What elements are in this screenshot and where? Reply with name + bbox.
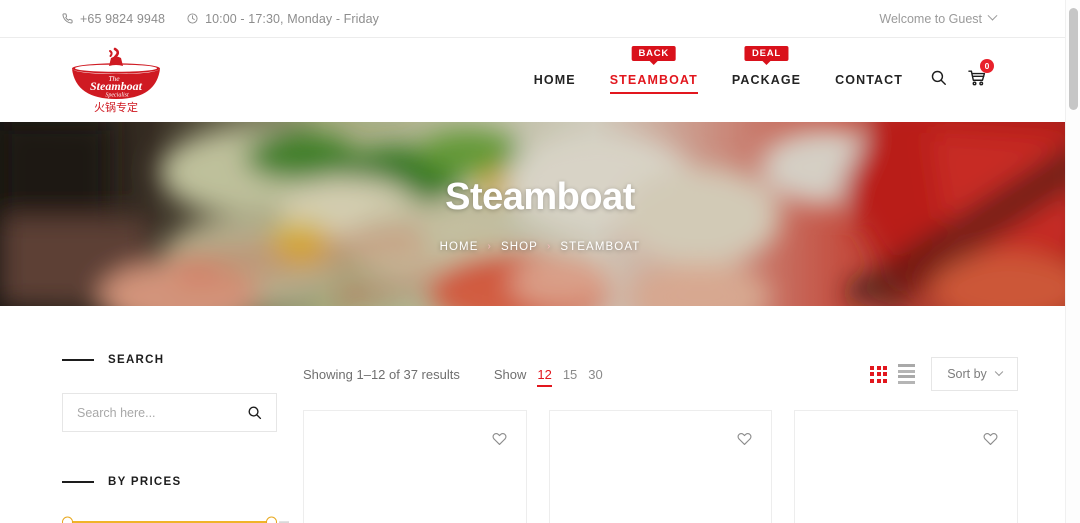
account-menu[interactable]: Welcome to Guest [879, 10, 998, 26]
top-bar-right: Welcome to Guest [879, 10, 1058, 26]
phone-icon [62, 13, 73, 24]
top-bar: +65 9824 9948 10:00 - 17:30, Monday - Fr… [0, 0, 1080, 38]
nav-label: HOME [533, 73, 576, 87]
opening-hours: 10:00 - 17:30, Monday - Friday [187, 12, 379, 26]
phone-number: +65 9824 9948 [80, 11, 166, 26]
hero-content: Steamboat HOME › SHOP › STEAMBOAT [0, 122, 1080, 306]
price-slider-min-handle[interactable] [62, 516, 73, 523]
view-mode-switcher [870, 364, 915, 384]
nav-item-contact[interactable]: CONTACT [818, 73, 920, 87]
product-card-napa-cabbage[interactable] [794, 410, 1018, 523]
sidebar-search-box[interactable] [62, 393, 277, 432]
nav-label: CONTACT [835, 73, 903, 87]
svg-text:Steamboat: Steamboat [90, 79, 143, 93]
heart-icon[interactable] [983, 431, 998, 451]
breadcrumb-separator-icon: › [487, 241, 492, 252]
top-bar-left: +65 9824 9948 10:00 - 17:30, Monday - Fr… [62, 12, 379, 26]
search-widget: SEARCH [62, 354, 277, 432]
title-dash [62, 481, 94, 483]
results-count-text: Showing 1–12 of 37 results [303, 366, 460, 382]
title-dash [62, 359, 94, 361]
nav-item-home[interactable]: HOME [517, 73, 593, 87]
product-card-abalone[interactable] [303, 410, 527, 523]
chevron-down-icon [994, 367, 1004, 377]
nav-item-package[interactable]: DEAL PACKAGE [715, 46, 818, 87]
shop-toolbar: Showing 1–12 of 37 results Show 12 15 30 [303, 354, 1018, 394]
widget-title-text: BY PRICES [108, 476, 182, 488]
per-page-option-12[interactable]: 12 [537, 367, 553, 387]
heart-icon[interactable] [737, 431, 752, 451]
page-title: Steamboat [445, 175, 635, 218]
site-logo[interactable]: The Steamboat Specialist 火锅专定 [62, 45, 170, 117]
toolbar-right: Sort by [870, 357, 1018, 391]
breadcrumb-item-shop[interactable]: SHOP [501, 241, 538, 253]
nav-item-steamboat[interactable]: BACK STEAMBOAT [593, 46, 715, 94]
search-input[interactable] [77, 405, 247, 420]
svg-text:Specialist: Specialist [105, 93, 129, 99]
page-hero-banner: Steamboat HOME › SHOP › STEAMBOAT [0, 122, 1080, 306]
cart-button[interactable]: 0 [957, 59, 996, 92]
breadcrumb-separator-icon: › [546, 241, 552, 252]
contact-phone[interactable]: +65 9824 9948 [62, 12, 165, 26]
search-icon[interactable] [247, 405, 262, 420]
nav-label: PACKAGE [731, 73, 802, 87]
product-image-napa-cabbage [795, 411, 1017, 523]
nav-label: STEAMBOAT [609, 73, 698, 87]
per-page-option-15[interactable]: 15 [563, 367, 577, 382]
product-card-sliced-meat[interactable] [548, 410, 773, 523]
price-filter-widget: BY PRICES Price: $0 — $150 [62, 476, 289, 523]
per-page-option-30[interactable]: 30 [588, 367, 602, 382]
product-image-sliced-meat [549, 411, 772, 523]
shop-sidebar: SEARCH BY PRICES [62, 354, 289, 523]
breadcrumb: HOME › SHOP › STEAMBOAT [440, 241, 641, 253]
sort-by-dropdown[interactable]: Sort by [931, 357, 1018, 391]
active-nav-underline [609, 92, 698, 94]
site-header: The Steamboat Specialist 火锅专定 HOME BACK … [0, 38, 1080, 122]
search-widget-title: SEARCH [62, 354, 277, 366]
welcome-label: Welcome to Guest [879, 11, 982, 26]
shop-content: Showing 1–12 of 37 results Show 12 15 30 [277, 354, 1018, 523]
show-label: Show [493, 366, 527, 382]
product-grid [303, 410, 1018, 523]
widget-title-text: SEARCH [108, 354, 165, 366]
search-icon [930, 69, 947, 91]
svg-text:火锅专定: 火锅专定 [94, 100, 138, 114]
cart-item-count-badge: 0 [980, 59, 994, 73]
list-view-icon[interactable] [898, 364, 915, 384]
page-scrollbar[interactable] [1065, 0, 1080, 523]
main-navigation: HOME BACK STEAMBOAT DEAL PACKAGE CONTACT [517, 46, 1058, 94]
main-content: SEARCH BY PRICES [0, 306, 1080, 523]
price-range-slider[interactable] [62, 515, 289, 523]
page-root: +65 9824 9948 10:00 - 17:30, Monday - Fr… [0, 0, 1080, 523]
price-slider-max-handle[interactable] [266, 516, 277, 523]
nav-badge-back: BACK [631, 46, 677, 61]
nav-badge-deal: DEAL [744, 46, 789, 61]
clock-icon [187, 13, 198, 24]
chevron-down-icon [987, 10, 998, 21]
hours-text: 10:00 - 17:30, Monday - Friday [205, 11, 380, 26]
prices-widget-title: BY PRICES [62, 476, 277, 488]
grid-view-icon[interactable] [870, 365, 887, 383]
sort-by-label: Sort by [947, 367, 987, 381]
heart-icon[interactable] [492, 431, 507, 451]
per-page-selector: Show 12 15 30 [493, 366, 603, 387]
breadcrumb-item-current: STEAMBOAT [560, 240, 641, 253]
search-toggle-button[interactable] [920, 69, 957, 91]
scrollbar-thumb[interactable] [1069, 8, 1078, 110]
product-image-abalone [304, 411, 526, 523]
breadcrumb-item-home[interactable]: HOME [440, 241, 479, 253]
